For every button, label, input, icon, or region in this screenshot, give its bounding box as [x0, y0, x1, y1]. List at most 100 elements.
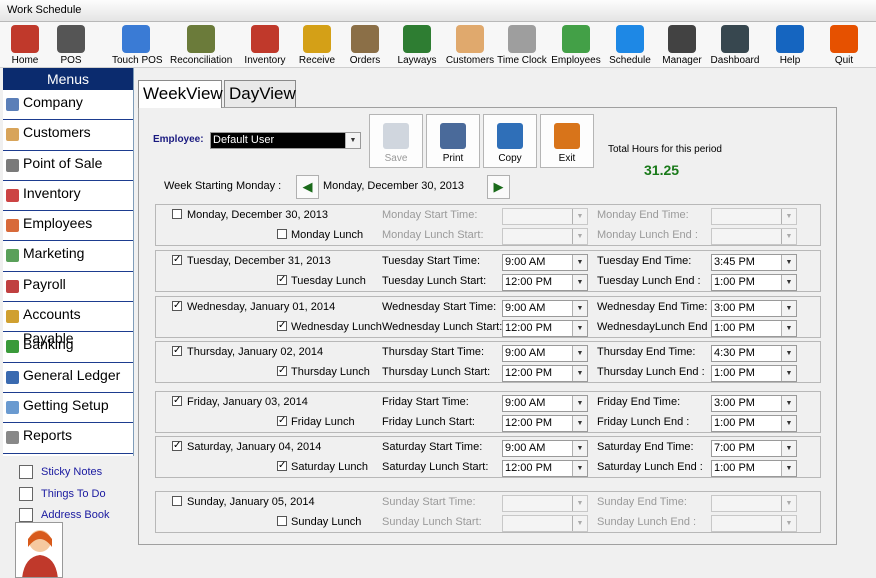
lunch-end-select[interactable]: 1:00 PM ▼: [711, 274, 797, 291]
lunch-checkbox[interactable]: ✓: [277, 366, 287, 376]
lunch-checkbox[interactable]: ✓: [277, 416, 287, 426]
save-button[interactable]: Save: [369, 114, 423, 168]
toolbar-dashboard-button[interactable]: Dashboard: [709, 22, 761, 68]
tab-weekview[interactable]: WeekView: [138, 80, 223, 108]
start-time-select[interactable]: 9:00 AM ▼: [502, 395, 588, 412]
sidebar-item-reports[interactable]: Reports: [3, 423, 133, 454]
lunch-checkbox[interactable]: [277, 516, 287, 526]
start-time-select[interactable]: 9:00 AM ▼: [502, 440, 588, 457]
end-time-label: Friday End Time:: [597, 396, 681, 408]
toolbar-help-button[interactable]: Help: [776, 22, 804, 68]
toolbar-schedule-button[interactable]: Schedule: [608, 22, 652, 68]
toolbar-receive-button[interactable]: Receive: [297, 22, 337, 68]
sidebar-item-getting-setup[interactable]: Getting Setup: [3, 393, 133, 424]
toolbar-pos-button[interactable]: POS: [57, 22, 85, 68]
lunch-end-select[interactable]: 1:00 PM ▼: [711, 415, 797, 432]
button-label: Save: [384, 153, 408, 164]
toolbar-home-button[interactable]: Home: [8, 22, 42, 68]
chevron-down-icon: ▼: [781, 301, 796, 316]
sidebar-item-general-ledger[interactable]: General Ledger: [3, 363, 133, 393]
toolbar-layways-button[interactable]: Layways: [395, 22, 439, 68]
start-time-select[interactable]: ▼: [502, 495, 588, 512]
lunch-checkbox[interactable]: ✓: [277, 275, 287, 285]
day-group-thursday: ✓ Thursday, January 02, 2014 ✓ Thursday Lun…: [155, 341, 821, 383]
sidebar-header: Menus: [3, 68, 133, 90]
day-enabled-checkbox[interactable]: ✓: [172, 346, 182, 356]
print-button[interactable]: Print: [426, 114, 480, 168]
next-week-button[interactable]: ▶: [487, 175, 510, 199]
lunch-start-select[interactable]: ▼: [502, 228, 588, 245]
end-time-select[interactable]: 3:45 PM ▼: [711, 254, 797, 271]
toolbar-manager-button[interactable]: Manager: [660, 22, 704, 68]
toolbar-quit-button[interactable]: Quit: [829, 22, 859, 68]
toolbar-reconciliation-button[interactable]: Reconciliation: [170, 22, 232, 68]
end-time-select[interactable]: 3:00 PM ▼: [711, 395, 797, 412]
day-enabled-checkbox[interactable]: ✓: [172, 396, 182, 406]
toolbar-customers-button[interactable]: Customers: [445, 22, 495, 68]
employee-select[interactable]: Default User ▼: [210, 132, 361, 149]
week-starting-value: Monday, December 30, 2013: [323, 180, 465, 192]
day-enabled-checkbox[interactable]: [172, 496, 182, 506]
sidebar-item-banking[interactable]: Banking: [3, 332, 133, 363]
day-enabled-checkbox[interactable]: ✓: [172, 301, 182, 311]
toolbar-time-clock-button[interactable]: Time Clock: [497, 22, 547, 68]
lunch-start-select[interactable]: 12:00 PM ▼: [502, 320, 588, 337]
chevron-down-icon: ▼: [781, 516, 796, 531]
tab-weekview-label: WeekView: [143, 84, 223, 103]
lunch-end-select[interactable]: 1:00 PM ▼: [711, 460, 797, 477]
lunch-checkbox[interactable]: [277, 229, 287, 239]
sidebar-item-label: Marketing: [23, 245, 85, 262]
sidebar-extra-sticky-notes[interactable]: Sticky Notes: [16, 462, 136, 484]
toolbar-touch-pos-button[interactable]: Touch POS: [112, 22, 163, 68]
sidebar-item-accounts-payable[interactable]: Accounts Payable: [3, 302, 133, 346]
toolbar-employees-button[interactable]: Employees: [551, 22, 601, 68]
exit-button[interactable]: Exit: [540, 114, 594, 168]
end-time-select[interactable]: ▼: [711, 208, 797, 225]
user-avatar[interactable]: [15, 522, 63, 578]
lunch-checkbox[interactable]: ✓: [277, 461, 287, 471]
end-time-select[interactable]: 7:00 PM ▼: [711, 440, 797, 457]
cash-register-icon: [57, 25, 85, 53]
previous-week-button[interactable]: ◀: [296, 175, 319, 199]
lunch-start-select[interactable]: 12:00 PM ▼: [502, 274, 588, 291]
banking-icon: [6, 340, 19, 354]
sidebar-item-company[interactable]: Company: [3, 90, 133, 121]
sidebar-item-inventory[interactable]: Inventory: [3, 181, 133, 212]
lunch-start-select[interactable]: 12:00 PM ▼: [502, 460, 588, 477]
end-time-select[interactable]: 3:00 PM ▼: [711, 300, 797, 317]
copy-button[interactable]: Copy: [483, 114, 537, 168]
lunch-start-select[interactable]: ▼: [502, 515, 588, 532]
main-toolbar: Home POS Touch POS Reconciliation Inventory R…: [0, 22, 876, 68]
sidebar-extra-things-to-do[interactable]: Things To Do: [16, 484, 136, 506]
button-label: Print: [442, 153, 464, 164]
tab-dayview[interactable]: DayView: [224, 80, 296, 107]
lunch-start-label: Friday Lunch Start:: [382, 416, 475, 428]
lunch-end-select[interactable]: 1:00 PM ▼: [711, 320, 797, 337]
lunch-start-select[interactable]: 12:00 PM ▼: [502, 415, 588, 432]
lunch-checkbox[interactable]: ✓: [277, 321, 287, 331]
lunch-end-select[interactable]: ▼: [711, 228, 797, 245]
end-time-select[interactable]: ▼: [711, 495, 797, 512]
end-time-select-value: 7:00 PM: [714, 442, 755, 454]
day-enabled-checkbox[interactable]: ✓: [172, 441, 182, 451]
lunch-end-select[interactable]: 1:00 PM ▼: [711, 365, 797, 382]
day-enabled-checkbox[interactable]: ✓: [172, 255, 182, 265]
toolbar-orders-button[interactable]: Orders: [347, 22, 383, 68]
start-time-select[interactable]: 9:00 AM ▼: [502, 345, 588, 362]
end-time-select[interactable]: 4:30 PM ▼: [711, 345, 797, 362]
toolbar-inventory-button[interactable]: Inventory: [242, 22, 288, 68]
lunch-start-select[interactable]: 12:00 PM ▼: [502, 365, 588, 382]
start-time-select[interactable]: 9:00 AM ▼: [502, 254, 588, 271]
sidebar-item-employees[interactable]: Employees: [3, 211, 133, 242]
sidebar-item-marketing[interactable]: Marketing: [3, 241, 133, 272]
money-calendar-icon: [403, 25, 431, 53]
start-time-select[interactable]: 9:00 AM ▼: [502, 300, 588, 317]
total-hours-label: Total Hours for this period: [608, 144, 722, 155]
sidebar-item-payroll[interactable]: Payroll: [3, 272, 133, 303]
day-enabled-checkbox[interactable]: [172, 209, 182, 219]
sidebar-item-point-of-sale[interactable]: Point of Sale: [3, 151, 133, 181]
lunch-end-select[interactable]: ▼: [711, 515, 797, 532]
start-time-select[interactable]: ▼: [502, 208, 588, 225]
chevron-down-icon: ▼: [781, 346, 796, 361]
sidebar-item-customers[interactable]: Customers: [3, 120, 133, 151]
